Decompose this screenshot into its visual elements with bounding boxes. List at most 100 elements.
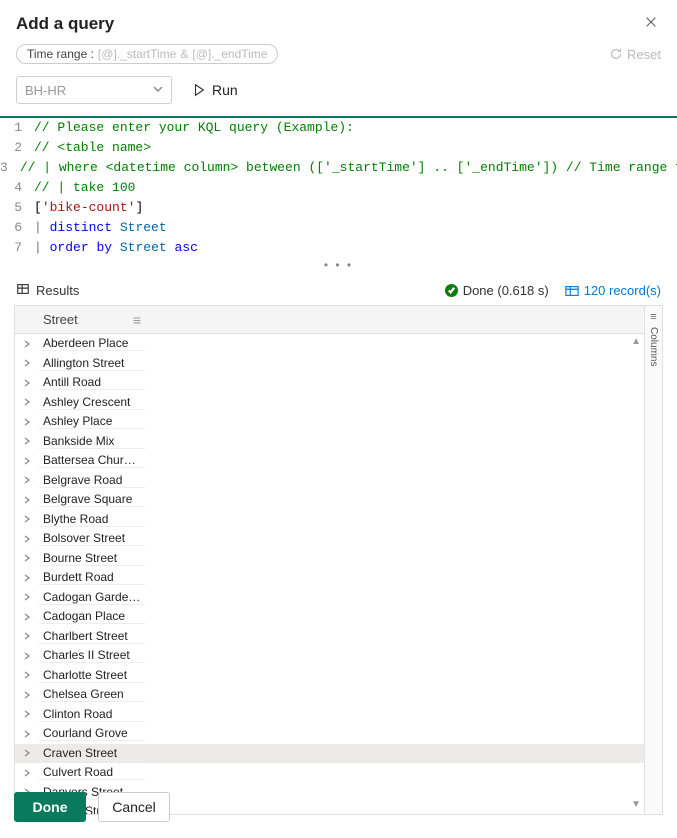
table-row[interactable]: Cadogan Place [15,607,644,627]
expand-row-icon[interactable] [15,554,39,562]
expand-row-icon[interactable] [15,418,39,426]
code-content: // <table name> [34,138,677,158]
table-row[interactable]: Cadogan Gardens [15,588,644,608]
table-row[interactable]: Ashley Crescent [15,393,644,413]
table-row[interactable]: Charles II Street [15,646,644,666]
expand-row-icon[interactable] [15,457,39,465]
street-cell: Blythe Road [39,512,145,527]
run-button[interactable]: Run [192,82,238,98]
expand-row-icon[interactable] [15,359,39,367]
code-line: 6| distinct Street [0,218,677,238]
code-line: 2// <table name> [0,138,677,158]
column-header-street[interactable]: Street ≡ [39,312,145,328]
expand-row-icon[interactable] [15,652,39,660]
expand-row-icon[interactable] [15,749,39,757]
expand-row-icon[interactable] [15,671,39,679]
reset-icon [609,47,623,61]
expand-row-icon[interactable] [15,379,39,387]
expand-row-icon[interactable] [15,398,39,406]
code-content: // | take 100 [34,178,677,198]
table-row[interactable]: Allington Street [15,354,644,374]
street-cell: Aberdeen Place [39,336,145,351]
code-editor[interactable]: 1// Please enter your KQL query (Example… [0,118,677,258]
table-row[interactable]: Burdett Road [15,568,644,588]
expand-row-icon[interactable] [15,535,39,543]
expand-row-icon[interactable] [15,730,39,738]
columns-panel-toggle[interactable]: ≡ Columns [644,306,662,814]
expand-row-icon[interactable] [15,769,39,777]
code-content: // Please enter your KQL query (Example)… [34,118,677,138]
street-cell: Bankside Mix [39,434,145,449]
table-row[interactable]: Belgrave Square [15,490,644,510]
table-row[interactable]: Charlbert Street [15,627,644,647]
table-row[interactable]: Bankside Mix [15,432,644,452]
grid-header: Street ≡ [15,306,644,334]
expand-row-icon[interactable] [15,476,39,484]
code-content: // | where <datetime column> between (['… [20,158,677,178]
end-time-token: [@]._endTime [192,47,267,61]
start-time-token: [@]._startTime [98,47,176,61]
code-line: 3// | where <datetime column> between ([… [0,158,677,178]
table-row[interactable]: Chelsea Green [15,685,644,705]
table-row[interactable]: Ashley Place [15,412,644,432]
done-button[interactable]: Done [14,792,86,822]
expand-row-icon[interactable] [15,613,39,621]
street-cell: Allington Street [39,356,145,371]
results-scroll[interactable]: Street ≡ Aberdeen Place Allington Street A… [15,306,644,814]
street-cell: Bolsover Street [39,531,145,546]
line-number: 1 [0,118,34,138]
expand-row-icon[interactable] [15,574,39,582]
columns-panel-label: Columns [648,327,659,366]
table-row[interactable]: Courland Grove [15,724,644,744]
expand-row-icon[interactable] [15,691,39,699]
table-row[interactable]: Belgrave Road [15,471,644,491]
expand-row-icon[interactable] [15,515,39,523]
table-row[interactable]: Craven Street [15,744,644,764]
close-button[interactable] [641,15,661,34]
table-row[interactable]: Blythe Road [15,510,644,530]
run-label: Run [212,82,238,98]
street-cell: Belgrave Square [39,492,145,507]
table-row[interactable]: Battersea Church Road [15,451,644,471]
reset-button[interactable]: Reset [609,47,661,62]
splitter-handle[interactable]: • • • [0,258,677,276]
expand-row-icon[interactable] [15,496,39,504]
scope-dropdown-value: BH-HR [25,83,66,98]
record-count-label: 120 record(s) [584,283,661,298]
status-badge: Done (0.618 s) [445,283,549,298]
expand-row-icon[interactable] [15,710,39,718]
time-range-pill[interactable]: Time range : [@]._startTime & [@]._endTi… [16,44,278,64]
line-number: 2 [0,138,34,158]
table-icon [16,282,30,299]
expand-row-icon[interactable] [15,632,39,640]
expand-row-icon[interactable] [15,437,39,445]
street-cell: Belgrave Road [39,473,145,488]
results-tab-label: Results [36,283,79,298]
scope-dropdown[interactable]: BH-HR [16,76,172,104]
done-check-icon [445,284,458,297]
table-row[interactable]: Aberdeen Place [15,334,644,354]
column-menu-icon[interactable]: ≡ [133,312,141,328]
time-range-sep: & [180,47,188,61]
table-row[interactable]: Antill Road [15,373,644,393]
dialog-title: Add a query [16,14,114,34]
table-row[interactable]: Bourne Street [15,549,644,569]
code-line: 4// | take 100 [0,178,677,198]
street-cell: Clinton Road [39,707,145,722]
expand-row-icon[interactable] [15,593,39,601]
street-cell: Cadogan Place [39,609,145,624]
street-cell: Bourne Street [39,551,145,566]
street-cell: Chelsea Green [39,687,145,702]
cancel-button[interactable]: Cancel [98,792,170,822]
done-label: Done (0.618 s) [463,283,549,298]
line-number: 6 [0,218,34,238]
expand-row-icon[interactable] [15,340,39,348]
street-cell: Craven Street [39,746,145,761]
table-row[interactable]: Clinton Road [15,705,644,725]
table-row[interactable]: Bolsover Street [15,529,644,549]
code-content: ['bike-count'] [34,198,677,218]
code-line: 5['bike-count'] [0,198,677,218]
line-number: 7 [0,238,34,258]
column-header-label: Street [43,312,78,327]
table-row[interactable]: Charlotte Street [15,666,644,686]
